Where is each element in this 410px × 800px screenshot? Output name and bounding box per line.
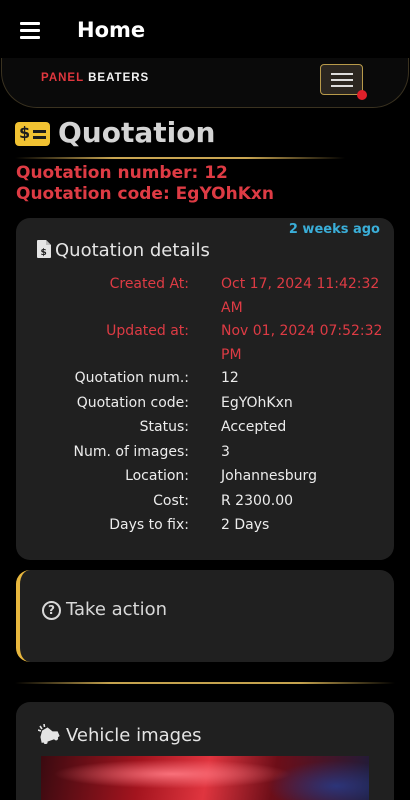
section-divider	[15, 682, 395, 684]
updated-at-label: Updated at:	[106, 323, 189, 339]
details-title-text: Quotation details	[55, 240, 210, 261]
quotation-num-label: Quotation num.:	[74, 370, 189, 386]
quotation-code-label: Quotation code:	[76, 395, 189, 411]
vehicle-image[interactable]	[41, 756, 369, 800]
heading-divider	[15, 157, 345, 159]
vehicle-images-label: Vehicle images	[66, 725, 202, 746]
quotation-details-card: 2 weeks ago $ Quotation details Created …	[16, 218, 394, 560]
location-label: Location:	[125, 468, 189, 484]
file-invoice-dollar-icon: $	[37, 240, 51, 263]
app-bar: Home	[0, 0, 410, 60]
navbar-toggler-button[interactable]	[320, 64, 363, 95]
navbar-toggler-icon	[330, 73, 353, 75]
svg-text:$: $	[41, 248, 47, 258]
status-value: Accepted	[221, 419, 287, 435]
brand-navbar: PANEL BEATERS	[1, 58, 409, 108]
take-action-label: Take action	[66, 599, 168, 620]
brand-part-2: BEATERS	[88, 72, 150, 84]
money-bill-icon: $	[15, 122, 50, 146]
days-to-fix-value: 2 Days	[221, 517, 270, 533]
quotation-num-value: 12	[221, 370, 239, 386]
vehicle-images-title: Vehicle images	[37, 723, 202, 749]
brand-part-1: PANEL	[41, 72, 84, 84]
days-to-fix-label: Days to fix:	[109, 517, 189, 533]
cost-value: R 2300.00	[221, 493, 294, 509]
take-action-title[interactable]: ? Take action	[42, 599, 167, 620]
num-images-value: 3	[221, 444, 230, 460]
created-at-label: Created At:	[109, 276, 189, 292]
vehicle-images-card: Vehicle images	[16, 702, 394, 800]
updated-at-value: Nov 01, 2024 07:52:32 PM	[221, 323, 383, 363]
brand-logo[interactable]: PANEL BEATERS	[41, 72, 149, 84]
location-value: Johannesburg	[221, 468, 317, 484]
quotation-details-title: $ Quotation details	[37, 240, 210, 263]
quotation-code-value: EgYOhKxn	[221, 395, 293, 411]
cost-label: Cost:	[153, 493, 189, 509]
page-title: Quotation	[58, 116, 216, 149]
car-crash-icon	[37, 723, 62, 749]
take-action-card[interactable]: ? Take action	[16, 570, 394, 662]
quotation-code-summary: Quotation code: EgYOhKxn	[16, 184, 274, 204]
quotation-number-summary: Quotation number: 12	[16, 163, 228, 183]
status-label: Status:	[139, 419, 189, 435]
app-bar-title: Home	[77, 18, 146, 42]
created-at-value: Oct 17, 2024 11:42:32 AM	[221, 276, 380, 316]
notification-dot	[357, 90, 367, 100]
relative-time-badge: 2 weeks ago	[288, 222, 380, 237]
num-images-label: Num. of images:	[73, 444, 189, 460]
menu-icon[interactable]	[20, 22, 40, 39]
question-circle-icon: ?	[42, 601, 61, 620]
